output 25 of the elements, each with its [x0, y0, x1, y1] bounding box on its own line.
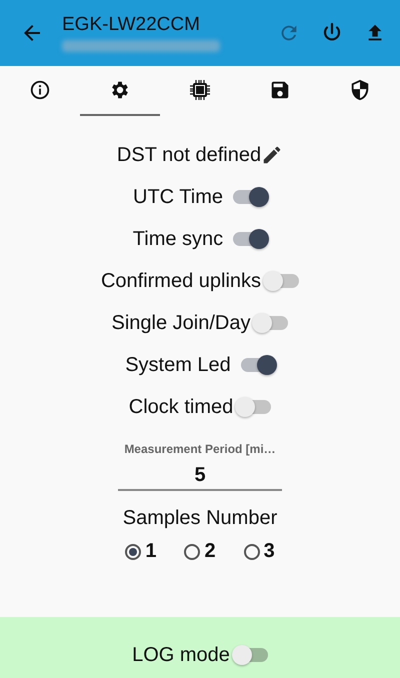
- device-title: EGK-LW22CCM: [62, 14, 201, 36]
- setting-label: UTC Time: [133, 186, 223, 208]
- toggle-switch[interactable]: [233, 232, 268, 246]
- toggle-switch[interactable]: [234, 648, 268, 662]
- toggle-switch[interactable]: [254, 316, 288, 330]
- toggle-switch[interactable]: [240, 358, 275, 372]
- toggle-switch[interactable]: [233, 190, 267, 204]
- radio-option[interactable]: 3: [244, 540, 275, 563]
- setting-label: Clock timed: [128, 396, 234, 418]
- toggle-switch[interactable]: [237, 400, 272, 414]
- chip-icon: [188, 78, 212, 102]
- setting-label: System Led: [125, 354, 231, 376]
- dst-label: DST not defined: [116, 144, 262, 166]
- radio-option[interactable]: 2: [184, 540, 216, 563]
- shield-icon: [349, 79, 371, 101]
- info-icon: [29, 79, 51, 101]
- samples-label: Samples Number: [122, 507, 278, 530]
- toggle-switch[interactable]: [265, 274, 300, 288]
- log-mode-label: LOG mode: [132, 644, 230, 666]
- pencil-icon[interactable]: [261, 144, 284, 166]
- setting-label: Confirmed uplinks: [100, 270, 262, 292]
- measurement-period-field[interactable]: Measurement Period [mi… 5: [118, 442, 282, 491]
- setting-label: Single Join/Day: [112, 312, 250, 334]
- radio-option[interactable]: 1: [125, 540, 156, 563]
- setting-label: Time sync: [132, 228, 224, 250]
